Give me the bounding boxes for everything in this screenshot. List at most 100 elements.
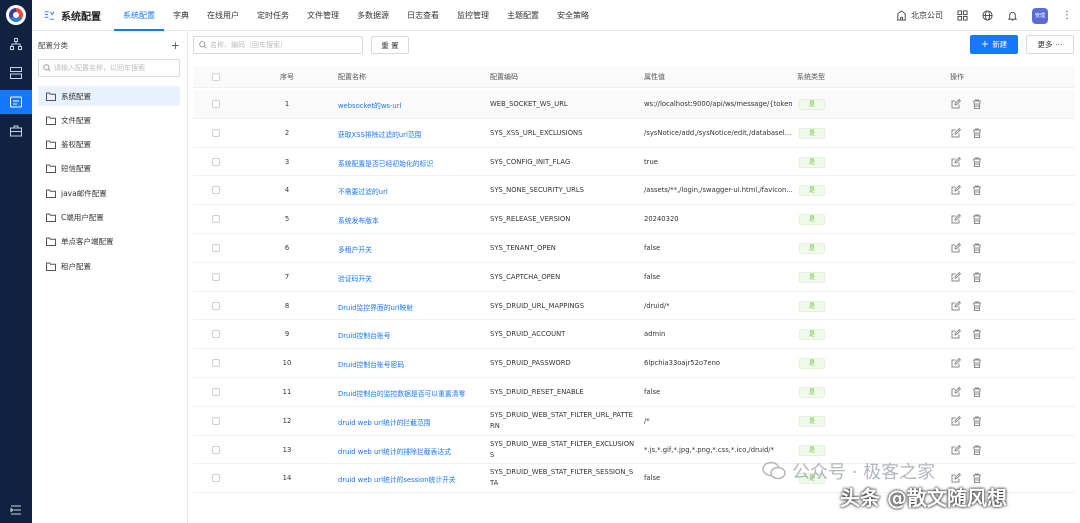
delete-icon[interactable] <box>972 214 982 225</box>
delete-icon[interactable] <box>972 416 982 426</box>
config-name-link[interactable]: Druid控制台账号密码 <box>338 359 404 369</box>
delete-icon[interactable] <box>972 387 982 397</box>
add-category-button[interactable]: + <box>171 40 180 51</box>
config-name-link[interactable]: 不需要过滤的url <box>338 186 388 196</box>
table-row[interactable]: 3 系统配置是否已经初始化的标识 SYS_CONFIG_INIT_FLAG true 是 <box>193 148 1075 177</box>
delete-icon[interactable] <box>972 128 982 138</box>
row-checkbox[interactable] <box>212 330 220 339</box>
table-row[interactable]: 7 验证码开关 SYS_CAPTCHA_OPEN false 是 <box>193 263 1075 292</box>
category-item[interactable]: 租户配置 <box>38 256 180 276</box>
category-item[interactable]: 系统配置 <box>38 86 180 106</box>
new-config-button[interactable]: + 新建 <box>970 35 1018 54</box>
edit-icon[interactable] <box>951 99 961 109</box>
table-row[interactable]: 10 Druid控制台账号密码 SYS_DRUID_PASSWORD 6lpchia3… <box>193 349 1075 378</box>
edit-icon[interactable] <box>951 444 961 455</box>
config-name-link[interactable]: druid web url统计的排除拦截表达式 <box>338 446 451 456</box>
row-checkbox[interactable] <box>212 416 220 425</box>
delete-icon[interactable] <box>972 358 982 369</box>
row-checkbox[interactable] <box>212 244 220 252</box>
config-name-link[interactable]: websocket的ws-url <box>338 100 401 110</box>
system-config-icon[interactable] <box>0 90 32 114</box>
row-checkbox[interactable] <box>212 359 220 368</box>
category-item[interactable]: 短信配置 <box>38 159 180 179</box>
edit-icon[interactable] <box>951 271 961 282</box>
row-checkbox[interactable] <box>212 301 220 310</box>
category-search-input[interactable] <box>54 64 179 72</box>
category-item[interactable]: 文件配置 <box>38 110 180 130</box>
delete-icon[interactable] <box>972 445 982 455</box>
delete-icon[interactable] <box>972 301 982 311</box>
category-item[interactable]: java邮件配置 <box>38 183 180 203</box>
category-item[interactable]: 单点客户端配置 <box>38 232 180 252</box>
delete-icon[interactable] <box>972 185 982 196</box>
delete-icon[interactable] <box>972 99 982 109</box>
apps-grid-icon[interactable] <box>957 10 968 21</box>
org-chart-icon[interactable] <box>0 32 32 56</box>
config-name-link[interactable]: druid web url统计的拦截范围 <box>338 417 431 427</box>
edit-icon[interactable] <box>951 156 961 167</box>
row-checkbox[interactable] <box>212 388 220 396</box>
row-checkbox[interactable] <box>212 272 220 281</box>
edit-icon[interactable] <box>951 329 961 339</box>
row-checkbox[interactable] <box>212 157 220 166</box>
table-row[interactable]: 11 Druid控制台的监控数据是否可以重置清零 SYS_DRUID_RESET_E… <box>193 378 1075 407</box>
edit-icon[interactable] <box>951 185 961 195</box>
config-name-link[interactable]: Druid监控界面的url映射 <box>338 302 413 312</box>
globe-icon[interactable] <box>982 10 993 21</box>
config-name-link[interactable]: druid web url统计的session统计开关 <box>338 474 456 484</box>
tab-4[interactable]: 文件管理 <box>298 0 348 31</box>
table-row[interactable]: 2 获取XSS排除过滤的url范围 SYS_XSS_URL_EXCLUSIONS/s… <box>193 119 1075 148</box>
table-row[interactable]: 8 Druid监控界面的url映射 SYS_DRUID_URL_MAPPINGS/d… <box>193 292 1075 321</box>
config-name-link[interactable]: 系统发布版本 <box>338 215 379 225</box>
config-search-input[interactable] <box>210 41 360 49</box>
table-row[interactable]: 9 Druid控制台账号 SYS_DRUID_ACCOUNT admin 是 <box>193 320 1075 350</box>
table-row[interactable]: 5 系统发布版本 SYS_RELEASE_VERSION 20240320 是 <box>193 205 1075 234</box>
edit-icon[interactable] <box>951 387 961 397</box>
tab-0[interactable]: 系统配置 <box>114 0 164 31</box>
table-row[interactable]: 12 druid web url统计的拦截范围 SYS_DRUID_WEB_STAT… <box>193 407 1075 436</box>
collapse-menu-icon[interactable] <box>0 498 32 522</box>
table-row[interactable]: 13 druid web url统计的排除拦截表达式 SYS_DRUID_WEB_S… <box>193 436 1075 465</box>
config-name-link[interactable]: 系统配置是否已经初始化的标识 <box>338 158 433 168</box>
user-avatar[interactable]: 管理 <box>1032 7 1048 24</box>
tab-7[interactable]: 监控管理 <box>448 0 498 31</box>
tab-3[interactable]: 定时任务 <box>248 0 298 31</box>
tab-2[interactable]: 在线用户 <box>198 0 248 31</box>
menu-manage-icon[interactable] <box>0 61 32 85</box>
table-row[interactable]: 4 不需要过滤的url SYS_NONE_SECURITY_URLS/assets/… <box>193 176 1075 206</box>
category-item[interactable]: 鉴权配置 <box>38 135 180 155</box>
more-button[interactable]: 更多 ⋯ <box>1026 35 1074 54</box>
tab-5[interactable]: 多数据源 <box>348 0 398 31</box>
edit-icon[interactable] <box>951 415 961 426</box>
category-item[interactable]: C端用户配置 <box>38 208 180 228</box>
select-all-checkbox[interactable] <box>212 73 220 81</box>
row-checkbox[interactable] <box>212 186 220 195</box>
table-row[interactable]: 6 多租户开关 SYS_TENANT_OPEN false 是 <box>193 234 1075 263</box>
row-checkbox[interactable] <box>212 100 220 108</box>
delete-icon[interactable] <box>972 329 982 340</box>
config-name-link[interactable]: Druid控制台的监控数据是否可以重置清零 <box>338 388 465 398</box>
tab-8[interactable]: 主题配置 <box>498 0 548 31</box>
edit-icon[interactable] <box>951 214 961 224</box>
config-name-link[interactable]: 获取XSS排除过滤的url范围 <box>338 129 421 139</box>
more-vertical-icon[interactable]: ⋮ <box>1062 10 1072 21</box>
edit-icon[interactable] <box>951 243 961 253</box>
toolbox-icon[interactable] <box>0 119 32 143</box>
tab-1[interactable]: 字典 <box>164 0 198 31</box>
row-checkbox[interactable] <box>212 445 220 454</box>
tab-6[interactable]: 日志查看 <box>398 0 448 31</box>
bell-icon[interactable] <box>1007 10 1018 21</box>
config-name-link[interactable]: 验证码开关 <box>338 273 372 283</box>
delete-icon[interactable] <box>972 272 982 282</box>
row-checkbox[interactable] <box>212 474 220 483</box>
tab-9[interactable]: 安全策略 <box>548 0 598 31</box>
row-checkbox[interactable] <box>212 215 220 224</box>
company-switcher[interactable]: 北京公司 <box>896 10 943 21</box>
edit-icon[interactable] <box>951 300 961 311</box>
reset-button[interactable]: 重 置 <box>371 36 409 54</box>
config-name-link[interactable]: 多租户开关 <box>338 244 372 254</box>
edit-icon[interactable] <box>951 358 961 368</box>
table-row[interactable]: 1 websocket的ws-url WEB_SOCKET_WS_URL ws://l… <box>193 90 1075 119</box>
edit-icon[interactable] <box>951 127 961 138</box>
row-checkbox[interactable] <box>212 128 220 137</box>
